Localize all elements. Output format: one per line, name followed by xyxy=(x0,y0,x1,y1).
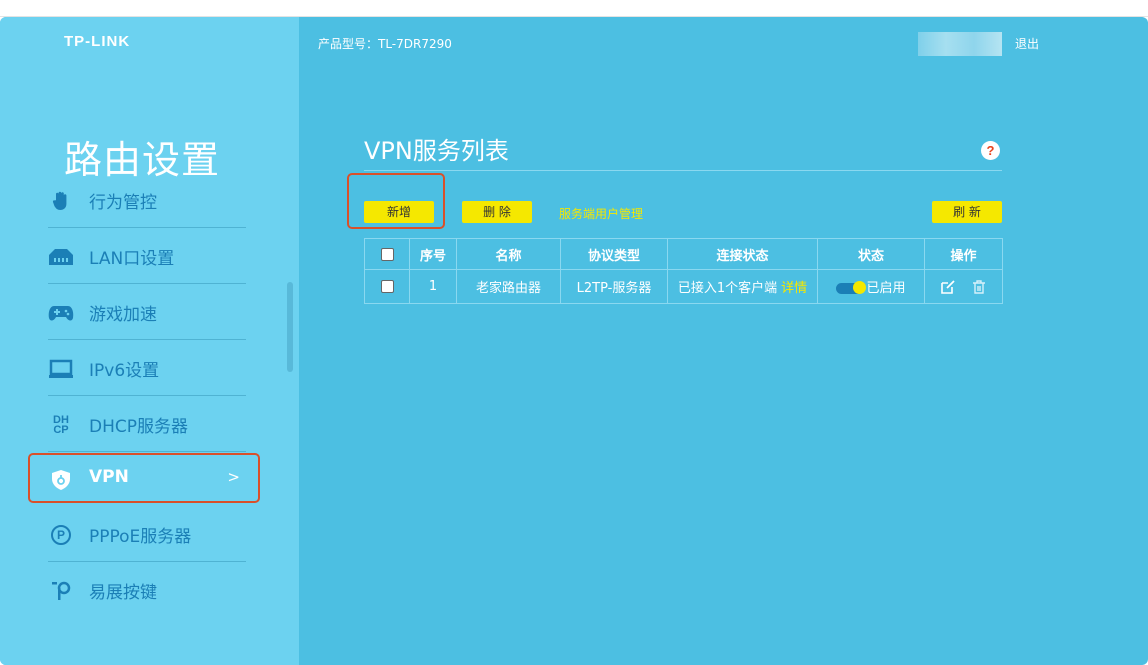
gamepad-icon xyxy=(48,302,74,324)
refresh-button[interactable]: 刷 新 xyxy=(932,201,1002,223)
title-divider xyxy=(364,170,1002,171)
sidebar-item-ipv6[interactable]: IPv6设置 xyxy=(28,340,268,396)
menu-divider xyxy=(48,451,246,452)
row-connection-cell: 已接入1个客户端 详情 xyxy=(667,269,818,304)
row-protocol: L2TP-服务器 xyxy=(560,269,668,304)
easymesh-button-icon xyxy=(48,580,74,602)
sidebar-item-game-boost[interactable]: 游戏加速 xyxy=(28,284,268,340)
sidebar-item-label: VPN xyxy=(89,467,129,487)
column-header-actions: 操作 xyxy=(924,238,1003,270)
product-model-label: 产品型号：TL-7DR7290 xyxy=(318,37,452,51)
sidebar-item-lan[interactable]: LAN口设置 xyxy=(28,228,268,284)
row-status-cell: 已启用 xyxy=(817,269,925,304)
tp-link-logo: TP-LINK xyxy=(64,33,131,50)
column-header-connection: 连接状态 xyxy=(667,238,818,270)
server-user-management-link[interactable]: 服务端用户管理 xyxy=(559,205,643,222)
trash-icon[interactable] xyxy=(971,279,987,295)
username-blurred xyxy=(918,32,1002,56)
sidebar-scrollbar[interactable] xyxy=(287,282,293,372)
column-header-protocol: 协议类型 xyxy=(560,238,668,270)
row-index: 1 xyxy=(409,269,457,304)
shield-icon xyxy=(48,469,74,491)
help-icon[interactable]: ? xyxy=(981,141,1000,160)
delete-button[interactable]: 删 除 xyxy=(462,201,532,223)
sidebar-menu: 行为管控 LAN口设置 游戏加速 IPv6设置 DH CP DHCP服务器 VP… xyxy=(28,172,268,618)
row-status-label: 已启用 xyxy=(866,281,906,296)
row-checkbox[interactable] xyxy=(380,280,394,293)
sidebar-item-dhcp[interactable]: DH CP DHCP服务器 xyxy=(28,396,268,452)
chevron-right-icon: > xyxy=(227,468,240,486)
sidebar-item-label: IPv6设置 xyxy=(89,361,160,381)
sidebar-item-label: PPPoE服务器 xyxy=(89,527,192,547)
select-all-cell xyxy=(364,238,410,270)
page-title: VPN服务列表 xyxy=(364,137,509,165)
column-header-index: 序号 xyxy=(409,238,457,270)
router-admin-frame: TP-LINK 路由设置 行为管控 LAN口设置 游戏加速 IPv6设置 DH … xyxy=(0,17,1148,665)
row-select-cell xyxy=(364,269,410,304)
column-header-status: 状态 xyxy=(817,238,925,270)
row-name: 老家路由器 xyxy=(456,269,561,304)
edit-icon[interactable] xyxy=(940,279,956,295)
monitor-icon xyxy=(48,358,74,380)
table-header-row: 序号 名称 协议类型 连接状态 状态 操作 xyxy=(364,238,1003,270)
sidebar-item-label: DHCP服务器 xyxy=(89,417,188,437)
dhcp-icon: DH CP xyxy=(48,414,74,436)
sidebar-item-easy-button[interactable]: 易展按键 xyxy=(28,562,268,618)
sidebar-item-label: 易展按键 xyxy=(89,583,157,603)
browser-top-strip xyxy=(0,0,1148,17)
detail-link[interactable]: 详情 xyxy=(781,281,807,296)
hand-icon xyxy=(48,190,74,212)
toggle-knob xyxy=(853,281,867,294)
sidebar-item-label: LAN口设置 xyxy=(89,249,175,269)
sidebar-item-pppoe[interactable]: P PPPoE服务器 xyxy=(28,506,268,562)
sidebar-item-vpn[interactable]: VPN > xyxy=(28,453,260,503)
enable-toggle[interactable] xyxy=(836,281,867,294)
sidebar-item-behavior-control[interactable]: 行为管控 xyxy=(28,172,268,228)
sidebar-item-label: 游戏加速 xyxy=(89,305,157,325)
logout-link[interactable]: 退出 xyxy=(1015,35,1039,52)
pppoe-icon: P xyxy=(48,524,74,546)
add-button[interactable]: 新增 xyxy=(364,201,434,223)
table-row: 1 老家路由器 L2TP-服务器 已接入1个客户端 详情 已启用 xyxy=(364,269,1003,304)
dhcp-icon-text-bottom: CP xyxy=(53,424,69,436)
vpn-service-table: 序号 名称 协议类型 连接状态 状态 操作 1 老家路由器 L2TP-服务器 已… xyxy=(364,238,1003,304)
row-connection-status: 已接入1个客户端 xyxy=(677,281,778,296)
pppoe-icon-letter: P xyxy=(51,525,71,545)
select-all-checkbox[interactable] xyxy=(380,247,394,261)
sidebar: TP-LINK 路由设置 行为管控 LAN口设置 游戏加速 IPv6设置 DH … xyxy=(0,17,299,665)
row-actions-cell xyxy=(924,269,1003,304)
sidebar-item-label: 行为管控 xyxy=(89,193,157,213)
lan-port-icon xyxy=(48,246,74,268)
column-header-name: 名称 xyxy=(456,238,561,270)
